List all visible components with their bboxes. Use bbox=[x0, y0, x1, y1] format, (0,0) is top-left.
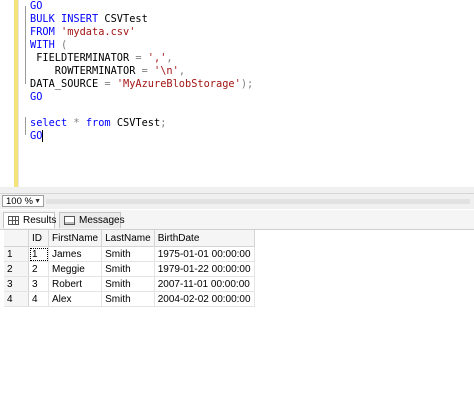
row-number[interactable]: 1 bbox=[4, 246, 29, 262]
code-token: ); bbox=[240, 78, 254, 90]
table-cell[interactable]: James bbox=[48, 246, 103, 262]
outline-marker bbox=[25, 6, 26, 84]
result-tabs: Results Messages bbox=[0, 210, 474, 230]
code-token: from bbox=[85, 117, 117, 129]
table-row[interactable]: 3 3 Robert Smith 2007-11-01 00:00:00 bbox=[4, 276, 255, 292]
code-token: * bbox=[73, 117, 86, 129]
code-line[interactable]: WITH ( bbox=[30, 39, 253, 52]
row-number[interactable]: 4 bbox=[4, 291, 29, 307]
code-line[interactable]: GO bbox=[30, 0, 253, 13]
table-cell[interactable]: 2 bbox=[28, 261, 49, 277]
chevron-down-icon: ▼ bbox=[34, 198, 41, 205]
code-token: 'mydata.csv' bbox=[61, 26, 136, 38]
code-token: ',' bbox=[147, 52, 167, 64]
code-token: select bbox=[30, 117, 74, 129]
change-tracking-bar bbox=[14, 0, 18, 187]
code-line[interactable]: BULK INSERT CSVTest bbox=[30, 13, 253, 26]
code-token: GO bbox=[30, 130, 43, 142]
query-editor[interactable]: GO BULK INSERT CSVTest FROM 'mydata.csv' WI… bbox=[0, 0, 474, 193]
table-cell[interactable]: Meggie bbox=[48, 261, 103, 277]
code-line[interactable] bbox=[30, 104, 253, 117]
tab-results-label: Results bbox=[23, 215, 57, 226]
column-header[interactable]: ID bbox=[28, 230, 49, 247]
table-cell[interactable]: Robert bbox=[48, 276, 103, 292]
table-row[interactable]: 4 4 Alex Smith 2004-02-02 00:00:00 bbox=[4, 291, 255, 307]
zoom-value: 100 % bbox=[6, 196, 33, 207]
table-cell[interactable]: Smith bbox=[101, 246, 155, 262]
results-pane: ID FirstName LastName BirthDate 1 1 James Smit… bbox=[0, 230, 474, 417]
code-token: BULK INSERT bbox=[30, 13, 105, 25]
table-cell[interactable]: 3 bbox=[28, 276, 49, 292]
code-line[interactable]: GO bbox=[30, 91, 253, 104]
table-cell[interactable]: 4 bbox=[28, 291, 49, 307]
code-line[interactable]: DATA_SOURCE = 'MyAzureBlobStorage'); bbox=[30, 78, 253, 91]
tab-messages[interactable]: Messages bbox=[59, 212, 125, 228]
table-row[interactable]: 1 1 James Smith 1975-01-01 00:00:00 bbox=[4, 246, 255, 262]
code-token: FROM bbox=[30, 26, 61, 38]
code-token: DATA_SOURCE bbox=[30, 78, 105, 90]
zoom-dropdown[interactable]: 100 % ▼ bbox=[2, 195, 44, 207]
table-cell[interactable]: 1979-01-22 00:00:00 bbox=[154, 261, 255, 277]
code-token: , bbox=[178, 65, 186, 77]
table-cell[interactable]: Smith bbox=[101, 291, 155, 307]
code-line[interactable]: select * from CSVTest; bbox=[30, 117, 253, 130]
column-header[interactable]: FirstName bbox=[48, 230, 103, 247]
code-line[interactable]: GO bbox=[30, 130, 253, 143]
grid-icon bbox=[8, 216, 19, 225]
code-line[interactable]: FROM 'mydata.csv' bbox=[30, 26, 253, 39]
text-caret bbox=[42, 130, 44, 142]
table-cell[interactable]: Alex bbox=[48, 291, 103, 307]
code-token: GO bbox=[30, 91, 43, 103]
table-cell[interactable]: 1975-01-01 00:00:00 bbox=[154, 246, 255, 262]
table-cell[interactable]: Smith bbox=[101, 261, 155, 277]
horizontal-scrollbar[interactable] bbox=[46, 199, 470, 204]
column-header[interactable]: LastName bbox=[101, 230, 155, 247]
code-token: '\n' bbox=[154, 65, 179, 77]
results-grid[interactable]: ID FirstName LastName BirthDate 1 1 James Smit… bbox=[4, 230, 255, 307]
sql-code[interactable]: GO BULK INSERT CSVTest FROM 'mydata.csv' WI… bbox=[30, 0, 253, 143]
tab-messages-label: Messages bbox=[79, 215, 125, 226]
code-token: CSVTest bbox=[116, 117, 161, 129]
table-cell[interactable]: 2007-11-01 00:00:00 bbox=[154, 276, 255, 292]
code-token: ROWTERMINATOR bbox=[30, 65, 142, 77]
code-token: ; bbox=[160, 117, 167, 129]
row-number[interactable]: 3 bbox=[4, 276, 29, 292]
table-cell[interactable]: 2004-02-02 00:00:00 bbox=[154, 291, 255, 307]
column-header[interactable]: BirthDate bbox=[154, 230, 255, 247]
code-token: WITH bbox=[30, 39, 61, 51]
row-header-corner[interactable] bbox=[4, 230, 29, 247]
zoom-bar: 100 % ▼ bbox=[0, 193, 474, 209]
table-cell[interactable]: 1 bbox=[28, 246, 49, 262]
row-number[interactable]: 2 bbox=[4, 261, 29, 277]
code-token: , bbox=[166, 52, 173, 64]
code-token: GO bbox=[30, 0, 43, 12]
tab-results[interactable]: Results bbox=[3, 212, 57, 228]
code-token: FIELDTERMINATOR bbox=[30, 52, 136, 64]
code-token: ( bbox=[61, 39, 68, 51]
table-row[interactable]: 2 2 Meggie Smith 1979-01-22 00:00:00 bbox=[4, 261, 255, 277]
code-token: CSVTest bbox=[104, 13, 148, 25]
table-cell[interactable]: Smith bbox=[101, 276, 155, 292]
code-token: 'MyAzureBlobStorage' bbox=[116, 78, 241, 90]
code-line[interactable]: FIELDTERMINATOR = ',', bbox=[30, 52, 253, 65]
outline-marker bbox=[25, 117, 26, 135]
messages-icon bbox=[64, 216, 75, 225]
code-line[interactable]: ROWTERMINATOR = '\n', bbox=[30, 65, 253, 78]
